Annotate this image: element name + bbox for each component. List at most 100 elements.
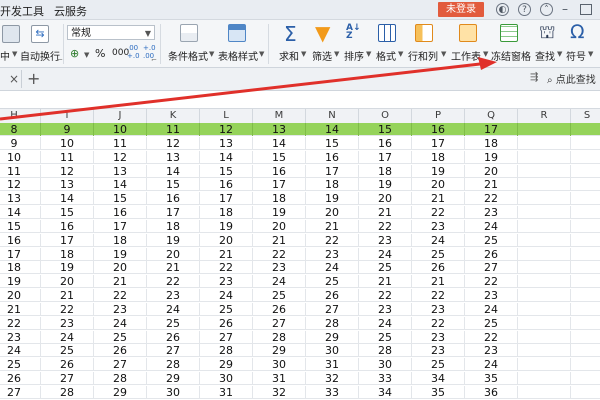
- grid-cell[interactable]: 23: [41, 316, 94, 330]
- grid-cell[interactable]: 12: [41, 164, 94, 178]
- help-icon[interactable]: ?: [518, 3, 531, 16]
- grid-cell[interactable]: 22: [147, 275, 200, 289]
- grid-cell[interactable]: 15: [200, 164, 253, 178]
- grid-cell[interactable]: 24: [306, 261, 359, 275]
- minimize-icon[interactable]: –: [562, 2, 568, 16]
- grid-cell[interactable]: [518, 385, 571, 399]
- column-header-l[interactable]: L: [200, 109, 253, 123]
- grid-cell[interactable]: 23: [253, 261, 306, 275]
- grid-cell[interactable]: 23: [200, 275, 253, 289]
- chevron-down-icon[interactable]: ▼: [588, 50, 593, 58]
- grid-cell[interactable]: 30: [253, 358, 306, 372]
- grid-cell[interactable]: 9: [0, 136, 41, 150]
- grid-cell[interactable]: 21: [41, 289, 94, 303]
- grid-cell[interactable]: 22: [253, 247, 306, 261]
- grid-cell[interactable]: 10: [0, 150, 41, 164]
- grid-cell[interactable]: 17: [359, 150, 412, 164]
- number-format-select[interactable]: 常规 ▼: [67, 25, 155, 40]
- grid-cell[interactable]: [571, 206, 600, 219]
- grid-cell[interactable]: 20: [359, 192, 412, 206]
- chevron-up-icon[interactable]: ˄: [540, 3, 553, 16]
- grid-cell[interactable]: [518, 372, 571, 386]
- grid-cell[interactable]: 24: [465, 219, 518, 233]
- grid-cell[interactable]: 22: [412, 316, 465, 330]
- grid-cell[interactable]: [518, 275, 571, 289]
- grid-cell[interactable]: 21: [412, 275, 465, 289]
- column-header-j[interactable]: J: [94, 109, 147, 123]
- chevron-down-icon[interactable]: ▼: [366, 50, 371, 58]
- grid-cell[interactable]: 25: [94, 330, 147, 344]
- grid-cell[interactable]: 14: [200, 150, 253, 164]
- merge-center-icon[interactable]: [2, 25, 20, 43]
- grid-cell[interactable]: 8: [0, 123, 41, 136]
- grid-cell[interactable]: 32: [306, 372, 359, 386]
- grid-cell[interactable]: 9: [41, 123, 94, 136]
- grid-cell[interactable]: 31: [253, 372, 306, 386]
- sum-button[interactable]: 求和: [279, 48, 299, 63]
- chevron-down-icon[interactable]: ▼: [84, 51, 89, 59]
- grid-cell[interactable]: 16: [0, 233, 41, 247]
- grid-cell[interactable]: 14: [147, 164, 200, 178]
- grid-cell[interactable]: [571, 165, 600, 178]
- grid-cell[interactable]: 18: [200, 206, 253, 220]
- column-header-q[interactable]: Q: [465, 109, 518, 123]
- freeze-panes-icon[interactable]: [500, 24, 518, 42]
- grid-cell[interactable]: 30: [359, 358, 412, 372]
- grid-cell[interactable]: 25: [359, 261, 412, 275]
- grid-cell[interactable]: 13: [147, 150, 200, 164]
- grid-cell[interactable]: 30: [306, 344, 359, 358]
- grid-cell[interactable]: 15: [94, 192, 147, 206]
- grid-cell[interactable]: [571, 137, 600, 150]
- grid-cell[interactable]: 22: [200, 261, 253, 275]
- grid-cell[interactable]: 27: [253, 316, 306, 330]
- grid-cell[interactable]: [571, 386, 600, 399]
- grid-cell[interactable]: 24: [253, 275, 306, 289]
- grid-cell[interactable]: 28: [147, 358, 200, 372]
- grid-cell[interactable]: 18: [412, 150, 465, 164]
- menu-developer-tools[interactable]: 开发工具: [0, 3, 44, 19]
- column-header-o[interactable]: O: [359, 109, 412, 123]
- table-style-button[interactable]: 表格样式: [218, 48, 258, 63]
- format-button[interactable]: 格式: [376, 48, 396, 63]
- grid-cell[interactable]: 21: [412, 192, 465, 206]
- grid-cell[interactable]: 17: [94, 219, 147, 233]
- grid-cell[interactable]: 26: [465, 247, 518, 261]
- grid-cell[interactable]: 26: [94, 344, 147, 358]
- grid-cell[interactable]: 21: [94, 275, 147, 289]
- grid-cell[interactable]: 22: [412, 289, 465, 303]
- grid-cell[interactable]: 24: [412, 233, 465, 247]
- grid-cell[interactable]: 16: [41, 219, 94, 233]
- grid-cell[interactable]: 27: [306, 302, 359, 316]
- grid-cell[interactable]: 28: [306, 316, 359, 330]
- grid-cell[interactable]: 11: [0, 164, 41, 178]
- grid-cell[interactable]: [518, 316, 571, 330]
- grid-cell[interactable]: 12: [94, 150, 147, 164]
- grid-cell[interactable]: 20: [253, 219, 306, 233]
- grid-cell[interactable]: 25: [0, 358, 41, 372]
- grid-cell[interactable]: 27: [200, 330, 253, 344]
- menu-cloud-service[interactable]: 云服务: [54, 3, 87, 19]
- grid-cell[interactable]: [518, 219, 571, 233]
- grid-cell[interactable]: 33: [306, 385, 359, 399]
- grid-cell[interactable]: [571, 248, 600, 261]
- grid-cell[interactable]: [518, 344, 571, 358]
- chevron-down-icon[interactable]: ▼: [209, 50, 214, 58]
- increase-decimal-button[interactable]: .00 +.0: [127, 44, 141, 60]
- grid-cell[interactable]: 10: [41, 136, 94, 150]
- grid-cell[interactable]: 18: [94, 233, 147, 247]
- grid-cell[interactable]: 26: [41, 358, 94, 372]
- grid-cell[interactable]: 19: [0, 275, 41, 289]
- grid-cell[interactable]: 19: [41, 261, 94, 275]
- grid-cell[interactable]: 26: [412, 261, 465, 275]
- grid-cell[interactable]: 25: [359, 330, 412, 344]
- grid-cell[interactable]: 15: [0, 219, 41, 233]
- grid-cell[interactable]: [518, 206, 571, 220]
- column-header-s[interactable]: S: [571, 109, 600, 123]
- grid-cell[interactable]: 23: [359, 233, 412, 247]
- layout-icon[interactable]: ⇶: [530, 72, 538, 83]
- dialog-launcher-icon[interactable]: ⌐: [57, 56, 63, 64]
- grid-cell[interactable]: 18: [147, 219, 200, 233]
- grid-cell[interactable]: 28: [41, 385, 94, 399]
- grid-cell[interactable]: 25: [253, 289, 306, 303]
- grid-cell[interactable]: 17: [41, 233, 94, 247]
